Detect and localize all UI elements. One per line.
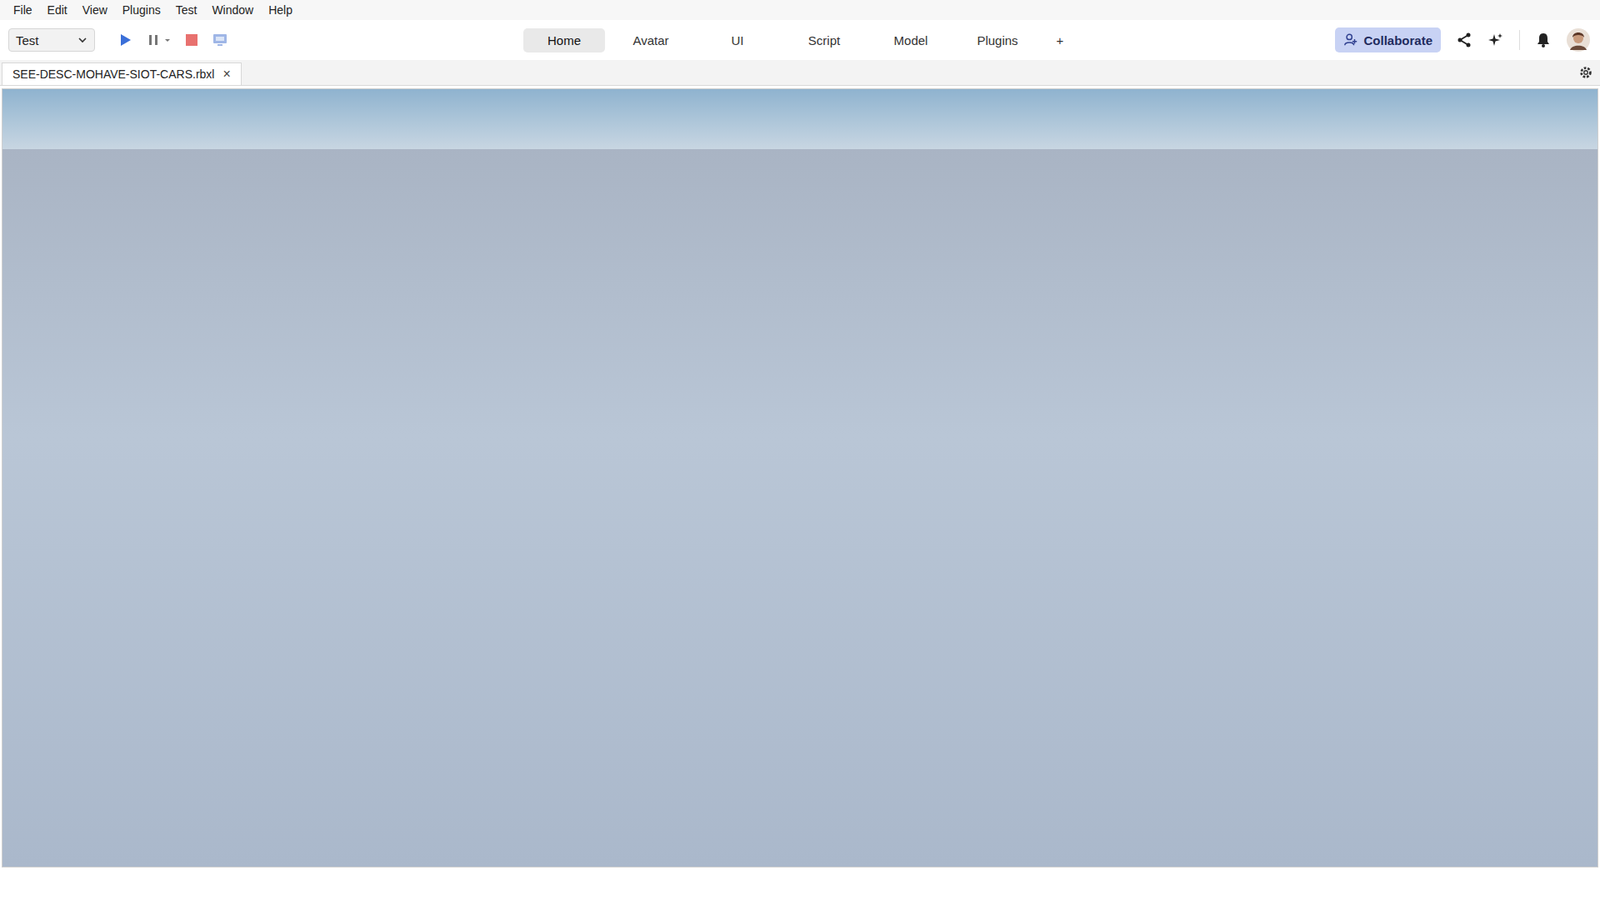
document-tab-strip: SEE-DESC-MOHAVE-SIOT-CARS.rbxl × xyxy=(0,60,1600,86)
mode-dropdown[interactable]: Test xyxy=(8,28,95,52)
bell-icon[interactable] xyxy=(1535,31,1552,49)
menu-item[interactable]: Test xyxy=(169,3,205,17)
menu-item[interactable]: Plugins xyxy=(115,3,168,17)
add-tab-button[interactable]: + xyxy=(1043,28,1077,53)
collaborate-label: Collaborate xyxy=(1363,33,1433,48)
share-icon[interactable] xyxy=(1455,31,1473,49)
close-tab-button[interactable]: × xyxy=(222,66,230,82)
ribbon-tabs: HomeAvatarUIScriptModelPlugins+ xyxy=(523,28,1077,53)
sky xyxy=(2,89,1598,150)
ribbon-tab[interactable]: Home xyxy=(523,28,605,53)
chevron-down-icon xyxy=(77,35,88,45)
menu-item[interactable]: Help xyxy=(261,3,300,17)
collaborate-button[interactable]: Collaborate xyxy=(1335,27,1441,53)
menu-item[interactable]: Window xyxy=(205,3,260,17)
sparkle-icon[interactable] xyxy=(1487,31,1505,49)
pause-options-icon[interactable] xyxy=(163,35,172,45)
document-tab-label: SEE-DESC-MOHAVE-SIOT-CARS.rbxl xyxy=(12,67,215,81)
toolbar: Test HomeAvatarUIScriptModelPlugins+ Colla… xyxy=(0,20,1600,60)
mode-label: Test xyxy=(15,33,40,48)
stop-icon[interactable] xyxy=(183,31,200,49)
menu-bar: FileEditViewPluginsTestWindowHelp xyxy=(0,0,1600,20)
ribbon-tab[interactable]: Avatar xyxy=(610,28,692,53)
ribbon-tab[interactable]: Plugins xyxy=(956,28,1039,53)
pause-icon[interactable] xyxy=(145,31,162,49)
menu-item[interactable]: Edit xyxy=(40,3,75,17)
person-add-icon xyxy=(1343,32,1359,48)
document-tab[interactable]: SEE-DESC-MOHAVE-SIOT-CARS.rbxl × xyxy=(1,62,242,85)
studio-window: FileEditViewPluginsTestWindowHelpTestHom… xyxy=(0,0,1600,900)
menu-item[interactable]: File xyxy=(6,3,40,17)
screen-icon[interactable] xyxy=(211,31,229,49)
3d-viewport[interactable] xyxy=(1,88,1599,868)
ground xyxy=(2,149,1598,867)
user-avatar-icon[interactable] xyxy=(1566,28,1590,52)
ribbon-tab[interactable]: Model xyxy=(870,28,952,53)
gear-icon[interactable] xyxy=(1578,65,1594,80)
ribbon-tab[interactable]: Script xyxy=(783,28,865,53)
separator xyxy=(1519,30,1520,50)
menu-item[interactable]: View xyxy=(75,3,115,17)
ribbon-tab[interactable]: UI xyxy=(696,28,779,53)
play-icon[interactable] xyxy=(116,31,134,49)
